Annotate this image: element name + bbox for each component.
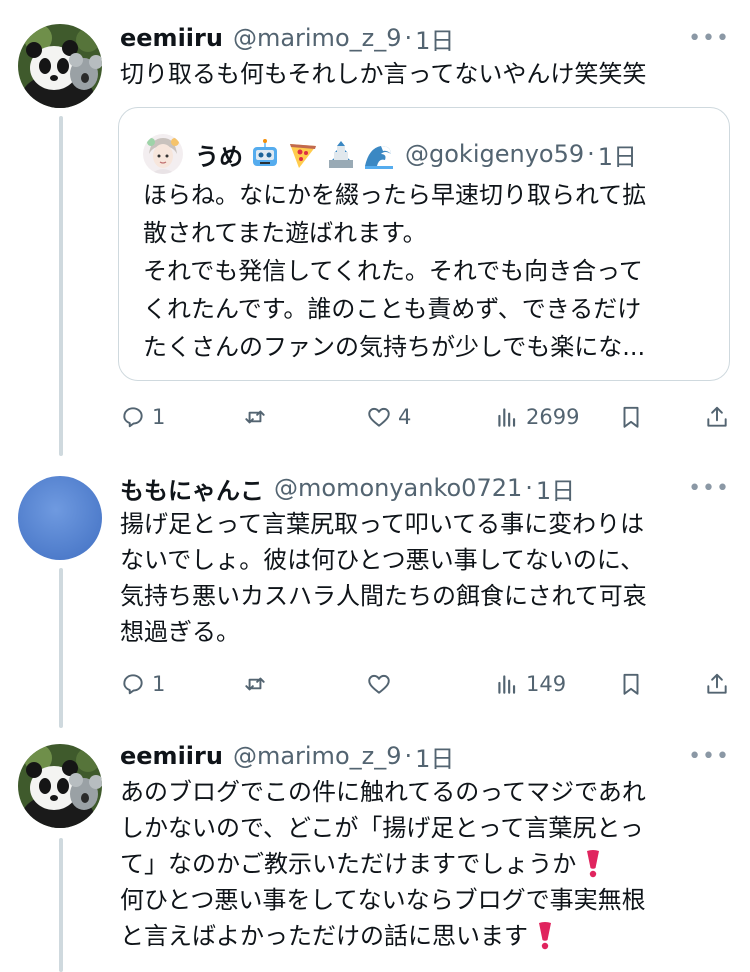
tweet-text: 切り取るも何もそれしか言ってないやんけ笑笑笑 — [120, 56, 710, 92]
quoted-tweet[interactable]: うめ @gokigenyo59 · 1日 ほらね。なにかを綴ったら早速切り取られ… — [118, 107, 730, 381]
share-button[interactable] — [704, 664, 730, 704]
heavy-exclamation-emoji — [539, 922, 551, 950]
tweet-text-line: 何ひとつ悪い事をしてないならブログで事実無根 — [120, 886, 646, 914]
quoted-tweet-text: ほらね。なにかを綴ったら早速切り取られて拡 散されてまた遊ばれます。 それでも発… — [143, 176, 646, 366]
tweet-text-line: 切り取るも何もそれしか言ってないやんけ笑笑笑 — [120, 60, 647, 88]
like-count: 4 — [398, 405, 412, 429]
share-icon — [707, 406, 727, 427]
share-icon — [707, 673, 727, 694]
tweet-header: ももにゃんこ @momonyanko0721 · 1日 — [120, 468, 575, 508]
tweet-text-line: ないでしょ。彼は何ひとつ悪い事してないのに、 — [120, 546, 645, 574]
more-options-icon[interactable]: ••• — [688, 744, 730, 769]
retweet-icon — [245, 410, 265, 424]
user-handle[interactable]: @marimo_z_9 — [233, 742, 402, 770]
reply-icon — [123, 674, 143, 695]
bookmark-button[interactable] — [618, 397, 644, 437]
like-button[interactable]: 4 — [366, 397, 411, 437]
thread-line — [59, 838, 63, 972]
tweet-text-line: あのブログでこの件に触れてるのってマジであれ — [120, 778, 646, 806]
pizza-emoji — [287, 138, 319, 170]
user-handle[interactable]: @marimo_z_9 — [233, 24, 402, 52]
more-options-icon[interactable]: ••• — [688, 476, 730, 501]
quoted-tweet-header: うめ @gokigenyo59 · 1日 — [143, 134, 637, 174]
tweet-text: 揚げ足とって言葉尻取って叩いてる事に変わりは ないでしょ。彼は何ひとつ悪い事して… — [120, 506, 710, 650]
like-button[interactable] — [366, 664, 398, 704]
tweet-text-line: 気持ち悪いカスハラ人間たちの餌食にされて可哀 — [120, 582, 647, 610]
reply-count: 1 — [152, 672, 166, 696]
tweet-text-line: 想過ぎる。 — [120, 618, 240, 646]
timestamp[interactable]: 1日 — [536, 471, 575, 506]
tweet-header: eemiiru @marimo_z_9 · 1日 — [120, 18, 454, 58]
views-button[interactable]: 149 — [494, 664, 566, 704]
display-name[interactable]: ももにゃんこ — [120, 471, 264, 506]
timestamp[interactable]: 1日 — [415, 21, 454, 56]
display-name[interactable]: eemiiru — [120, 742, 223, 770]
reply-count: 1 — [152, 405, 166, 429]
user-handle[interactable]: @momonyanko0721 — [274, 474, 522, 502]
reply-button[interactable]: 1 — [120, 397, 165, 437]
quoted-text-line: 散されてまた遊ばれます。 — [143, 219, 427, 247]
quoted-timestamp[interactable]: 1日 — [598, 137, 637, 172]
tweet-text-span: と言えばよかっただけの話に思います — [120, 922, 528, 950]
display-name[interactable]: eemiiru — [120, 24, 223, 52]
analytics-icon — [498, 408, 516, 427]
bookmark-button[interactable] — [618, 664, 644, 704]
tweet-actions: 1 149 — [118, 664, 730, 704]
tweet-text: あのブログでこの件に触れてるのってマジであれ しかないので、どこが「揚げ足とって… — [120, 774, 710, 954]
tweet-text-span: て」なのかご教示いただけますでしょうか — [120, 850, 577, 878]
retweet-button[interactable] — [242, 397, 274, 437]
panda-koala-avatar[interactable] — [18, 24, 102, 108]
share-button[interactable] — [704, 397, 730, 437]
reply-button[interactable]: 1 — [120, 664, 165, 704]
tweet-header: eemiiru @marimo_z_9 · 1日 — [120, 736, 454, 776]
thread-line — [59, 116, 63, 456]
quoted-text-line: くれたんです。誰のことも責めず、できるだけ — [143, 295, 642, 323]
tweet-text-line: 揚げ足とって言葉尻取って叩いてる事に変わりは — [120, 510, 645, 538]
tweet-text-line: しかないので、どこが「揚げ足とって言葉尻とっ — [120, 814, 644, 842]
blue-circle-avatar[interactable] — [18, 476, 102, 560]
tweet-actions: 1 4 2699 — [118, 397, 730, 437]
tweet-text-line: と言えばよかっただけの話に思います — [120, 918, 710, 954]
view-count: 149 — [526, 672, 567, 696]
quoted-text-line: たくさんのファンの気持ちが少しでも楽にな... — [143, 333, 646, 361]
retweet-icon — [245, 677, 265, 691]
robot-emoji — [249, 138, 281, 170]
quoted-user-avatar[interactable] — [143, 134, 183, 174]
heavy-exclamation-emoji — [587, 850, 600, 878]
heart-icon — [368, 674, 390, 694]
views-button[interactable]: 2699 — [494, 397, 579, 437]
separator-dot: · — [587, 140, 595, 168]
reply-icon — [123, 407, 143, 428]
separator-dot: · — [404, 742, 413, 770]
bookmark-icon — [623, 673, 639, 695]
quoted-display-name[interactable]: うめ — [195, 137, 243, 172]
timestamp[interactable]: 1日 — [415, 739, 454, 774]
view-count: 2699 — [526, 405, 580, 429]
separator-dot: · — [525, 474, 533, 502]
analytics-icon — [498, 675, 516, 694]
quoted-user-handle[interactable]: @gokigenyo59 — [405, 140, 584, 168]
thread-line — [59, 568, 63, 728]
quoted-text-line: それでも発信してくれた。それでも向き合って — [143, 257, 643, 285]
heart-icon — [368, 407, 390, 427]
quoted-text-line: ほらね。なにかを綴ったら早速切り取られて拡 — [143, 181, 647, 209]
castle-emoji — [325, 138, 357, 170]
more-options-icon[interactable]: ••• — [688, 26, 730, 51]
tweet-text-line: て」なのかご教示いただけますでしょうか — [120, 846, 710, 882]
wave-emoji — [363, 138, 395, 170]
panda-koala-avatar[interactable] — [18, 744, 102, 828]
bookmark-icon — [623, 406, 639, 428]
retweet-button[interactable] — [242, 664, 274, 704]
separator-dot: · — [404, 24, 413, 52]
